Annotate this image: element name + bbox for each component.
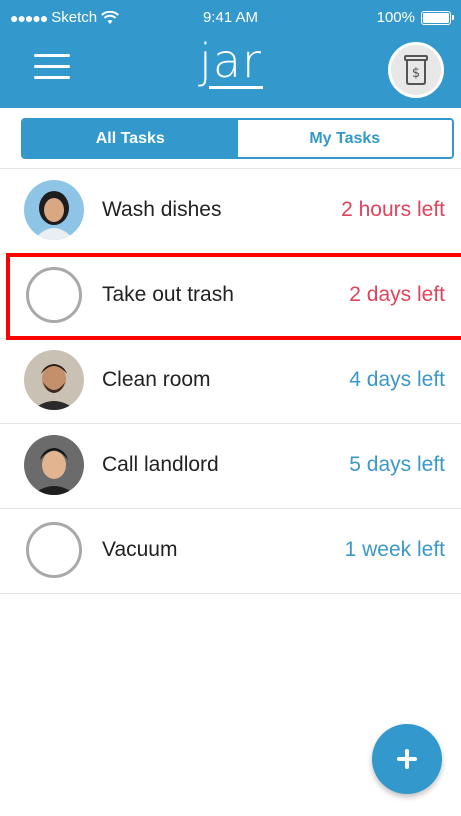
money-jar-button[interactable]: $ [388, 42, 444, 98]
tab-my-tasks[interactable]: My Tasks [237, 120, 452, 157]
task-row[interactable]: Clean room 4 days left [0, 339, 461, 424]
battery-info: 100% [376, 9, 454, 26]
task-name: Take out trash [102, 283, 234, 306]
battery-percent: 100% [376, 9, 415, 26]
task-due: 2 hours left [341, 198, 445, 221]
task-name: Wash dishes [102, 198, 222, 221]
status-bar: ●●●●● Sketch 9:41 AM 100% [0, 0, 461, 34]
task-row[interactable]: Call landlord 5 days left [0, 424, 461, 509]
add-task-button[interactable] [372, 724, 442, 794]
money-jar-icon: $ [404, 55, 428, 85]
task-name: Clean room [102, 368, 211, 391]
task-due: 1 week left [344, 538, 445, 561]
task-row[interactable]: Wash dishes 2 hours left [0, 169, 461, 254]
app-header: ●●●●● Sketch 9:41 AM 100% jar $ [0, 0, 461, 108]
unassigned-avatar-icon [26, 267, 82, 323]
task-filter-tabs: All Tasks My Tasks [21, 118, 454, 159]
unassigned-avatar-icon [26, 522, 82, 578]
task-row[interactable]: Take out trash 2 days left [0, 254, 461, 339]
logo-underline [209, 86, 263, 89]
battery-icon [421, 10, 454, 25]
svg-text:$: $ [412, 66, 420, 81]
avatar-man [24, 435, 84, 495]
task-due: 2 days left [349, 283, 445, 306]
tab-all-tasks[interactable]: All Tasks [23, 120, 238, 157]
avatar-man-beard [24, 350, 84, 410]
avatar-woman [24, 180, 84, 240]
task-name: Vacuum [102, 538, 178, 561]
task-row[interactable]: Vacuum 1 week left [0, 509, 461, 594]
task-due: 4 days left [349, 368, 445, 391]
task-list: Wash dishes 2 hours left Take out trash … [0, 169, 461, 594]
task-name: Call landlord [102, 453, 219, 476]
task-due: 5 days left [349, 453, 445, 476]
